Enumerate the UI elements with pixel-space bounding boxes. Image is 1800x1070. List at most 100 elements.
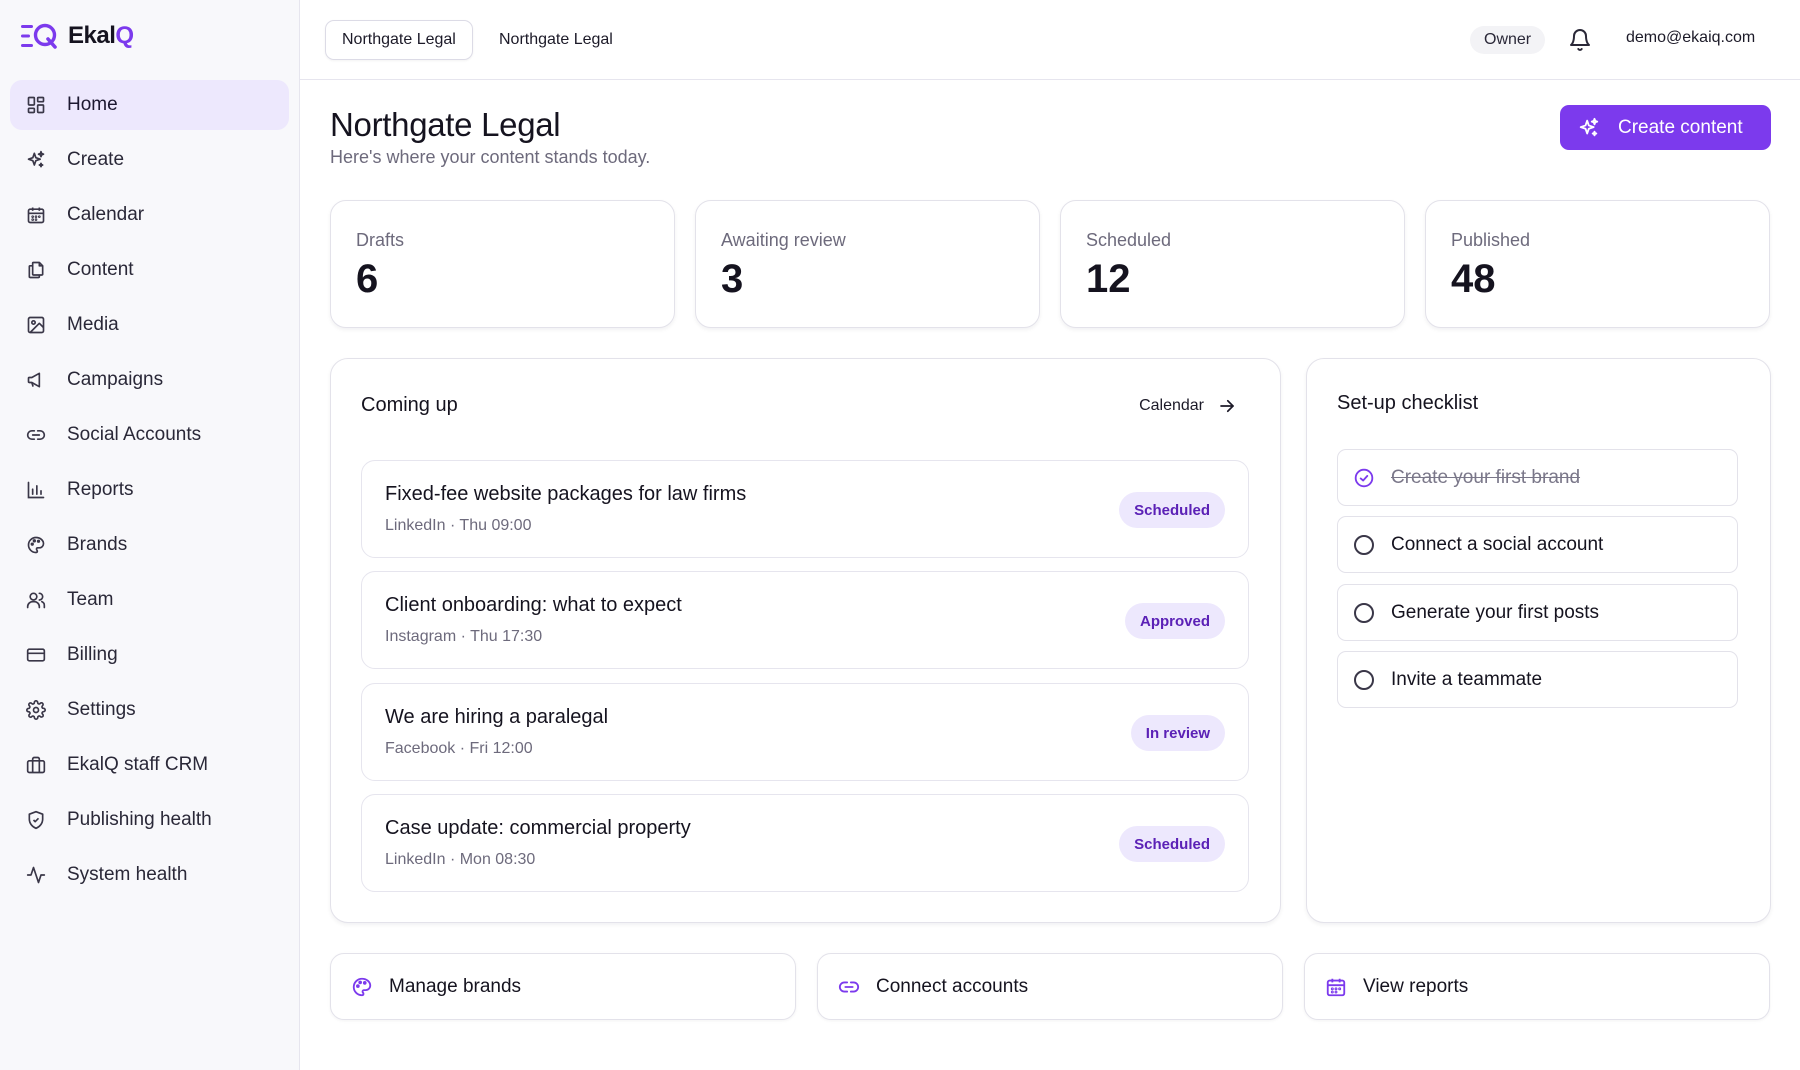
view-reports-button[interactable]: View reports (1304, 953, 1770, 1020)
quick-action-label: View reports (1363, 975, 1469, 997)
upcoming-post-item[interactable]: Case update: commercial property LinkedI… (361, 794, 1249, 892)
stat-value: 6 (356, 257, 379, 301)
upcoming-post-item[interactable]: Fixed-fee website packages for law firms… (361, 460, 1249, 558)
briefcase-icon (25, 754, 47, 776)
empty-circle-icon (1354, 602, 1374, 623)
stat-label: Published (1451, 230, 1531, 250)
stat-card-published[interactable]: Published 48 (1425, 200, 1770, 328)
setup-checklist-panel: Set-up checklist Create your first brand… (1306, 358, 1771, 923)
post-meta: LinkedIn · Thu 09:00 (385, 517, 532, 534)
stat-label: Scheduled (1086, 230, 1172, 250)
sidebar-item-label: Team (67, 589, 114, 610)
connect-accounts-button[interactable]: Connect accounts (817, 953, 1283, 1020)
status-badge: Scheduled (1119, 492, 1225, 528)
users-icon (25, 589, 47, 611)
checklist-item-generate-posts[interactable]: Generate your first posts (1337, 584, 1738, 641)
calendar-link-label: Calendar (1139, 397, 1204, 414)
sidebar-item-billing[interactable]: Billing (10, 630, 289, 680)
stat-card-awaiting-review[interactable]: Awaiting review 3 (695, 200, 1040, 328)
checklist-item-invite-teammate[interactable]: Invite a teammate (1337, 651, 1738, 708)
workspace-tab[interactable]: Northgate Legal (483, 20, 629, 60)
logo-mark-icon (21, 23, 57, 49)
sidebar-item-home[interactable]: Home (10, 80, 289, 130)
upcoming-post-item[interactable]: Client onboarding: what to expect Instag… (361, 571, 1249, 669)
arrow-right-icon (1220, 399, 1234, 413)
status-badge: Approved (1124, 603, 1225, 639)
sparkle-icon (1579, 117, 1599, 136)
quick-action-label: Manage brands (389, 975, 522, 997)
sidebar-item-label: Brands (67, 534, 128, 555)
post-meta: Instagram · Thu 17:30 (385, 628, 543, 645)
calendar-icon (1326, 978, 1346, 996)
sidebar-item-brands[interactable]: Brands (10, 520, 289, 570)
empty-circle-icon (1354, 534, 1374, 555)
status-badge: In review (1130, 715, 1225, 751)
post-meta: Facebook · Fri 12:00 (385, 740, 533, 757)
grid-icon (25, 94, 47, 116)
image-icon (25, 314, 47, 336)
checklist-label: Create your first brand (1391, 466, 1581, 488)
post-title: Case update: commercial property (385, 817, 691, 839)
create-content-label: Create content (1618, 116, 1743, 138)
sidebar-item-settings[interactable]: Settings (10, 685, 289, 735)
documents-icon (25, 259, 47, 281)
gear-icon (25, 699, 47, 721)
palette-icon (25, 534, 47, 556)
checklist-label: Connect a social account (1391, 533, 1604, 555)
page-title: Northgate Legal (330, 106, 561, 143)
checklist-item-create-brand[interactable]: Create your first brand (1337, 449, 1738, 506)
create-content-button[interactable]: Create content (1560, 105, 1771, 150)
quick-action-label: Connect accounts (876, 975, 1029, 997)
sidebar-item-content[interactable]: Content (10, 245, 289, 295)
stat-card-drafts[interactable]: Drafts 6 (330, 200, 675, 328)
sidebar-item-label: Content (67, 259, 134, 280)
sidebar-item-label: Social Accounts (67, 424, 202, 445)
stat-value: 3 (721, 257, 744, 301)
post-title: Client onboarding: what to expect (385, 594, 682, 616)
sidebar-item-label: Publishing health (67, 809, 212, 830)
workspace-tab-active[interactable]: Northgate Legal (325, 20, 473, 60)
coming-up-panel: Coming up Calendar Fixed-fee website pac… (330, 358, 1281, 923)
checklist-label: Generate your first posts (1391, 601, 1600, 623)
palette-icon (352, 977, 372, 996)
logo-text: EkalQ (68, 22, 134, 49)
credit-card-icon (25, 644, 47, 666)
stat-card-scheduled[interactable]: Scheduled 12 (1060, 200, 1405, 328)
link-icon (25, 424, 47, 446)
manage-brands-button[interactable]: Manage brands (330, 953, 796, 1020)
checklist-label: Invite a teammate (1391, 668, 1543, 690)
sidebar-item-label: Settings (67, 699, 136, 720)
status-badge: Scheduled (1119, 826, 1225, 862)
sidebar-item-system-health[interactable]: System health (10, 850, 289, 900)
shield-icon (25, 809, 47, 831)
sidebar-item-label: Reports (67, 479, 134, 500)
post-title: We are hiring a paralegal (385, 706, 609, 728)
link-icon (838, 981, 860, 992)
bar-chart-icon (25, 479, 47, 501)
sidebar-nav: Home Create Calendar Content Media Campa… (10, 80, 289, 905)
post-title: Fixed-fee website packages for law firms (385, 483, 747, 505)
sidebar-item-label: EkalQ staff CRM (67, 754, 209, 775)
calendar-link[interactable]: Calendar (1139, 397, 1236, 415)
sidebar-item-create[interactable]: Create (10, 135, 289, 185)
sidebar-item-calendar[interactable]: Calendar (10, 190, 289, 240)
sidebar-item-label: Billing (67, 644, 118, 665)
upcoming-post-item[interactable]: We are hiring a paralegal Facebook · Fri… (361, 683, 1249, 781)
sidebar-item-staff-crm[interactable]: EkalQ staff CRM (10, 740, 289, 790)
sidebar-item-reports[interactable]: Reports (10, 465, 289, 515)
user-email[interactable]: demo@ekaiq.com (1626, 29, 1755, 47)
page-subtitle: Here's where your content stands today. (330, 147, 651, 167)
checklist-title: Set-up checklist (1337, 392, 1479, 414)
sidebar-item-media[interactable]: Media (10, 300, 289, 350)
stat-value: 12 (1086, 257, 1131, 301)
sidebar-item-social-accounts[interactable]: Social Accounts (10, 410, 289, 460)
sidebar-item-publishing-health[interactable]: Publishing health (10, 795, 289, 845)
sidebar-item-label: Create (67, 149, 125, 170)
sidebar-item-team[interactable]: Team (10, 575, 289, 625)
post-meta: LinkedIn · Mon 08:30 (385, 851, 536, 868)
sparkle-icon (25, 149, 47, 171)
app-logo[interactable]: EkalQ (20, 22, 134, 50)
bell-icon[interactable] (1568, 28, 1592, 52)
sidebar-item-campaigns[interactable]: Campaigns (10, 355, 289, 405)
checklist-item-connect-account[interactable]: Connect a social account (1337, 516, 1738, 573)
